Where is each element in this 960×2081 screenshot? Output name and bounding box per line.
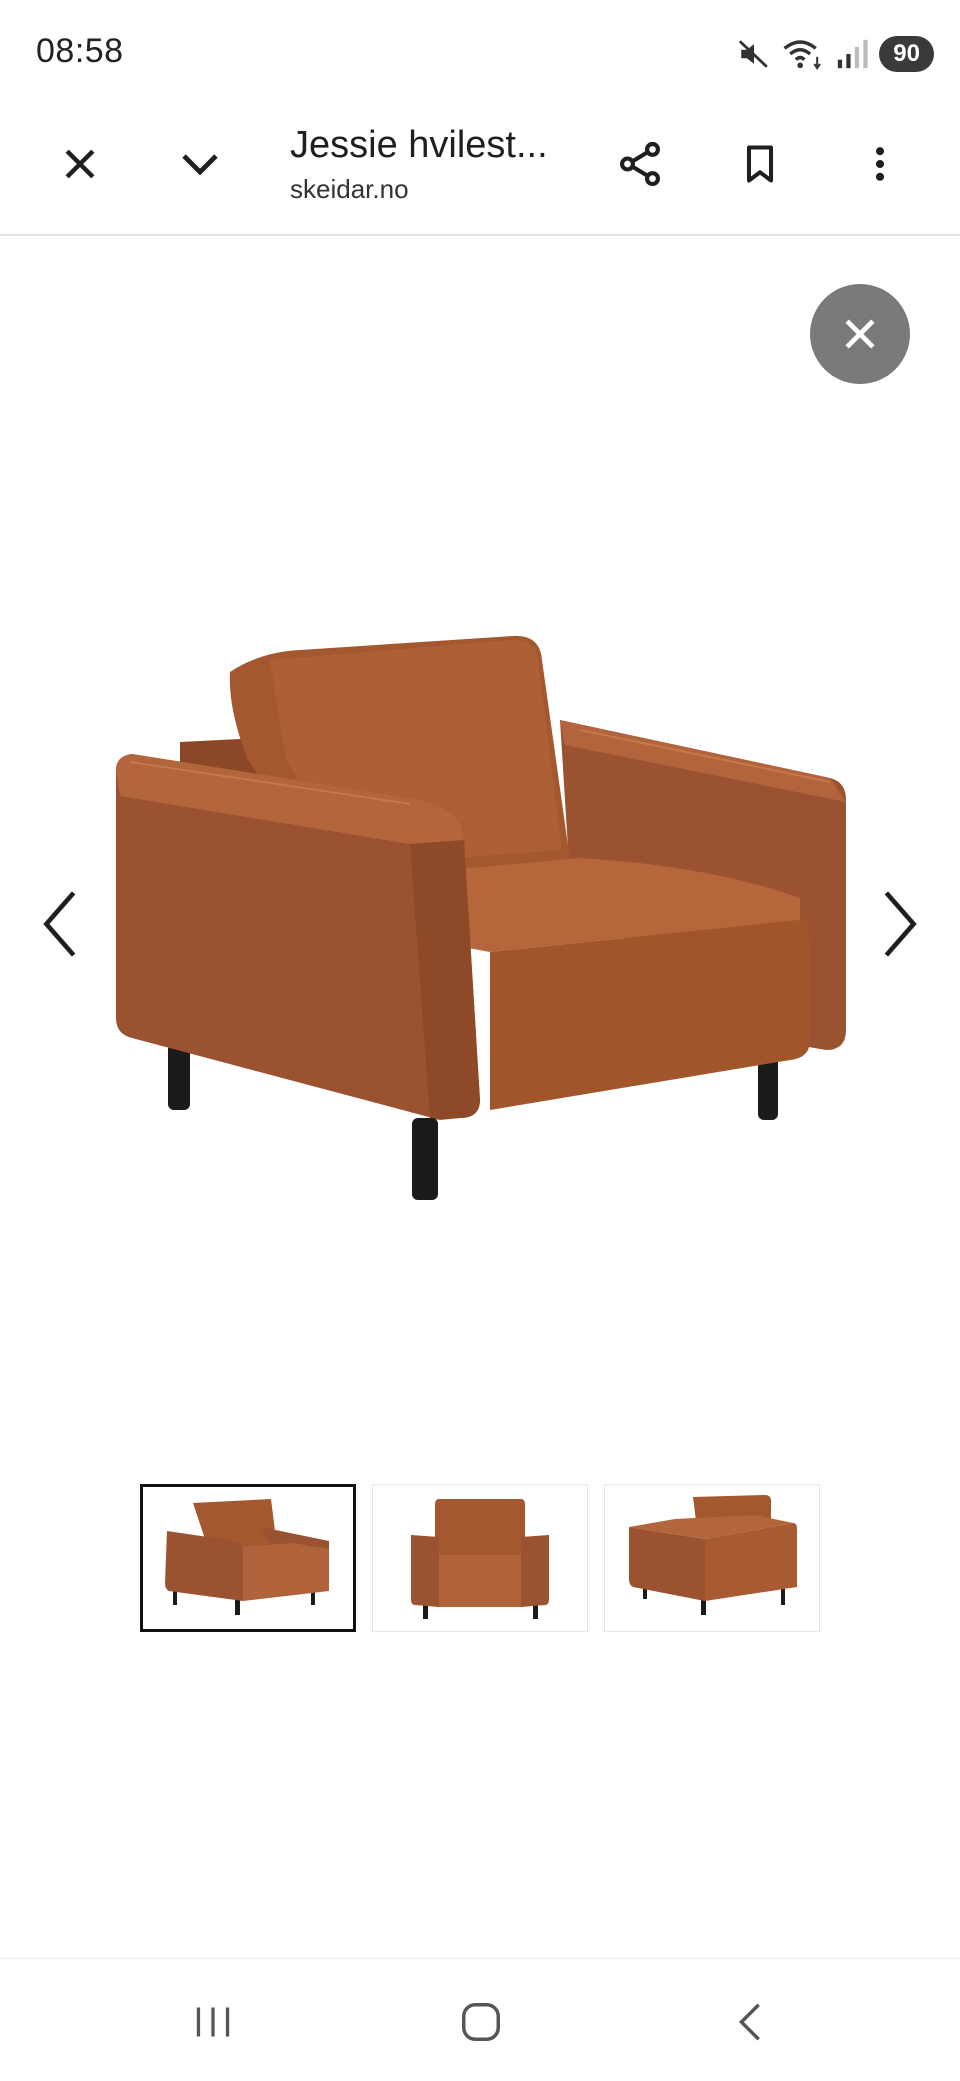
thumbnail-front[interactable]: [372, 1484, 588, 1632]
system-nav-bar: [0, 1958, 960, 2081]
home-icon: [462, 2003, 500, 2041]
title-block[interactable]: Jessie hvilest... skeidar.no: [290, 122, 580, 205]
home-button[interactable]: [436, 1987, 526, 2057]
status-icons: 90: [737, 34, 934, 74]
thumbnail-strip: [140, 1484, 820, 1634]
close-viewer-button[interactable]: [810, 284, 910, 384]
close-tab-button[interactable]: [40, 124, 120, 204]
wifi-icon: [783, 40, 822, 70]
thumbnail-front-angle[interactable]: [140, 1484, 356, 1632]
back-button[interactable]: [706, 1987, 796, 2057]
battery-icon: 90: [879, 36, 934, 72]
next-image-button[interactable]: [870, 884, 930, 964]
bookmark-button[interactable]: [720, 124, 800, 204]
signal-icon: [838, 39, 868, 69]
minimize-tab-button[interactable]: [160, 124, 240, 204]
back-icon: [738, 2003, 760, 2041]
browser-toolbar: Jessie hvilest... skeidar.no: [0, 108, 960, 234]
page-domain: skeidar.no: [290, 174, 409, 204]
status-bar: 08:58 90: [0, 0, 960, 108]
chevron-down-icon: [182, 154, 218, 176]
share-icon: [620, 141, 660, 187]
thumbnail-back-angle[interactable]: [604, 1484, 820, 1632]
share-button[interactable]: [600, 124, 680, 204]
more-options-button[interactable]: [840, 124, 920, 204]
recent-apps-button[interactable]: [168, 1987, 258, 2057]
page-title: Jessie hvilest...: [290, 124, 548, 166]
more-vert-icon: [875, 147, 885, 181]
previous-image-button[interactable]: [30, 884, 90, 964]
product-image-armchair[interactable]: [110, 630, 850, 1220]
chevron-left-icon: [43, 891, 76, 957]
close-icon: [65, 149, 95, 179]
status-time: 08:58: [36, 32, 124, 70]
toolbar-divider: [0, 234, 960, 236]
chevron-right-icon: [884, 891, 917, 957]
recent-apps-icon: [196, 2007, 230, 2037]
bookmark-icon: [746, 145, 774, 183]
mute-icon: [739, 40, 769, 68]
close-icon: [845, 319, 875, 349]
